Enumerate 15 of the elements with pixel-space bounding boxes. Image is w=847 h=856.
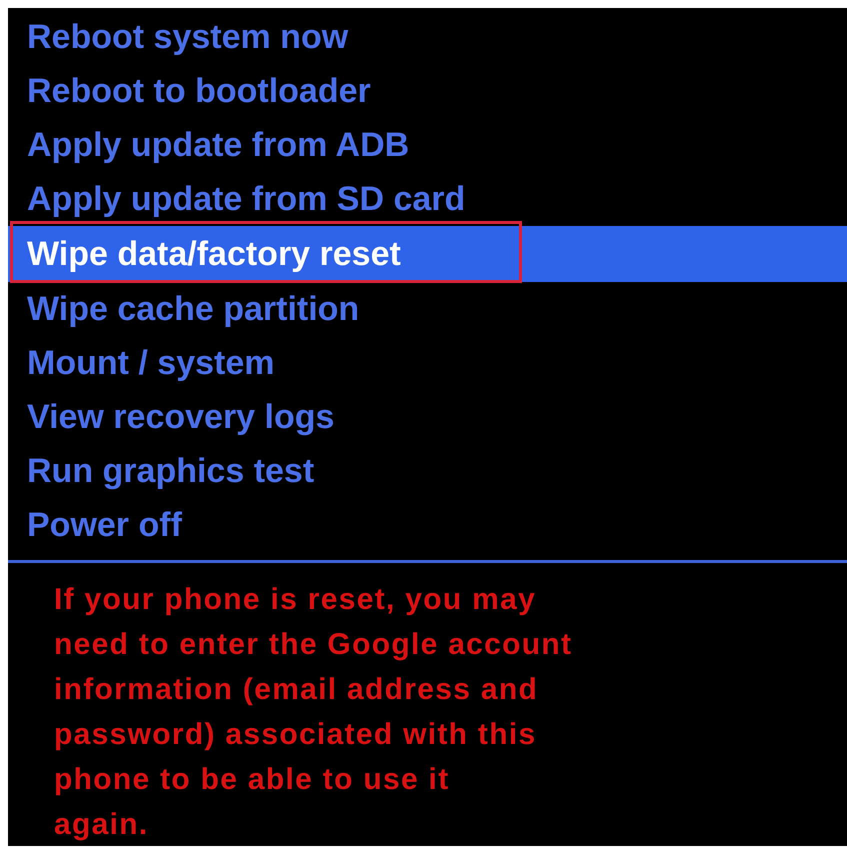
- menu-item[interactable]: Run graphics test: [8, 444, 847, 498]
- warning-text: need to enter the Google account: [54, 627, 574, 663]
- menu-item[interactable]: Reboot to bootloader: [8, 64, 847, 118]
- menu-item[interactable]: Power off: [8, 498, 847, 552]
- menu-item[interactable]: Apply update from SD card: [8, 172, 847, 226]
- menu-item[interactable]: Wipe cache partition: [8, 282, 847, 336]
- warning-text: information (email address and: [54, 672, 540, 708]
- menu-item[interactable]: Reboot system now: [8, 10, 847, 64]
- warning-text: again.: [54, 807, 150, 843]
- menu-item[interactable]: Apply update from ADB: [8, 118, 847, 172]
- warning-text: phone to be able to use it: [54, 762, 450, 798]
- menu-item[interactable]: Mount / system: [8, 336, 847, 390]
- warning-text: password) associated with this: [54, 717, 538, 753]
- menu-item[interactable]: View recovery logs: [8, 390, 847, 444]
- warning-text: If your phone is reset, you may: [54, 582, 538, 618]
